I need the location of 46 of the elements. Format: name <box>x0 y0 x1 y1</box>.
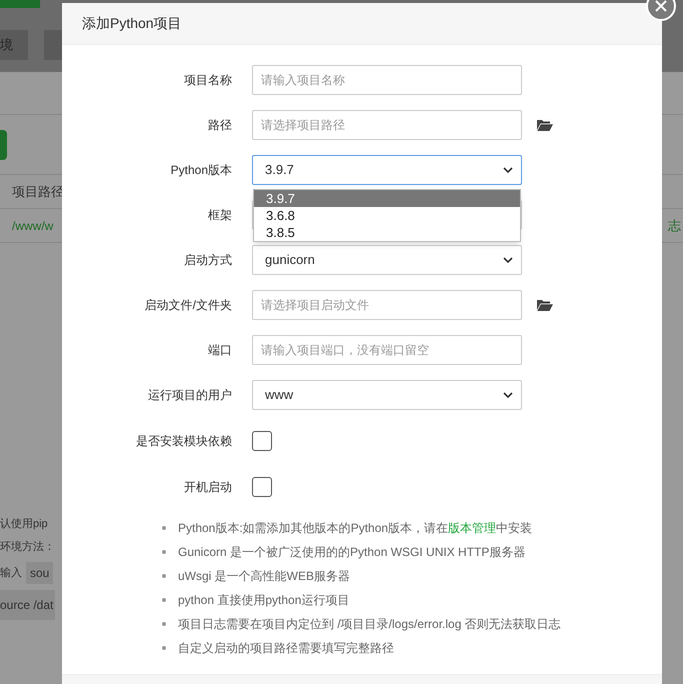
bullet-icon <box>162 622 166 626</box>
select-field[interactable]: gunicorn <box>252 245 522 275</box>
bullet-icon <box>162 598 166 602</box>
input-field[interactable]: 请选择项目启动文件 <box>252 290 522 320</box>
bullet-icon <box>162 646 166 650</box>
note-text: Python版本:如需添加其他版本的Python版本，请在版本管理中安装 <box>178 520 532 537</box>
bullet-icon <box>162 574 166 578</box>
checkbox[interactable] <box>252 477 272 497</box>
note-text: Gunicorn 是一个被广泛使用的的Python WSGI UNIX HTTP服务器 <box>178 544 526 561</box>
folder-icon[interactable] <box>537 299 553 311</box>
dialog-title: 添加Python项目 <box>82 14 182 33</box>
bullet-icon <box>162 550 166 554</box>
bullet-icon <box>162 526 166 530</box>
field-label: 是否安装模块依赖 <box>135 433 232 450</box>
field-label: 启动方式 <box>183 252 232 269</box>
field-label: 运行项目的用户 <box>147 387 232 404</box>
dropdown-option[interactable]: 3.8.5 <box>254 224 520 241</box>
caret-icon <box>503 257 513 263</box>
field-label: 路径 <box>207 117 232 134</box>
code-block: ource /dat <box>0 590 56 620</box>
help-text: 输入 <box>0 566 22 581</box>
input-field[interactable]: 请输入项目名称 <box>252 65 522 95</box>
caret-icon <box>503 392 513 398</box>
help-text: 认使用pip <box>0 517 48 532</box>
close-icon <box>655 0 667 12</box>
field-label: 框架 <box>207 207 232 224</box>
dropdown-option[interactable]: 3.6.8 <box>254 207 520 224</box>
checkbox[interactable] <box>252 431 272 451</box>
field-label: 项目名称 <box>183 72 232 89</box>
field-label: Python版本 <box>170 162 232 179</box>
select-field[interactable]: 3.9.7 <box>252 155 522 185</box>
field-label: 开机启动 <box>183 479 232 496</box>
select-field[interactable]: www <box>252 380 522 410</box>
note-text: 项目日志需要在项目内定位到 /项目目录/logs/error.log 否则无法获取日志 <box>178 616 561 633</box>
caret-icon <box>503 167 513 173</box>
input-field[interactable]: 请选择项目路径 <box>252 110 522 140</box>
field-label: 启动文件/文件夹 <box>144 297 232 314</box>
folder-icon[interactable] <box>537 119 553 131</box>
note-text: uWsgi 是一个高性能WEB服务器 <box>178 568 350 585</box>
field-label: 端口 <box>207 342 232 359</box>
input-field[interactable]: 请输入项目端口，没有端口留空 <box>252 335 522 365</box>
note-text: python 直接使用python运行项目 <box>178 592 350 609</box>
help-text: 环境方法： <box>0 540 55 555</box>
code-snippet: sou <box>26 562 54 584</box>
note-text: 自定义启动的项目路径需要填写完整路径 <box>178 640 394 657</box>
dropdown-option[interactable]: 3.9.7 <box>254 190 520 207</box>
